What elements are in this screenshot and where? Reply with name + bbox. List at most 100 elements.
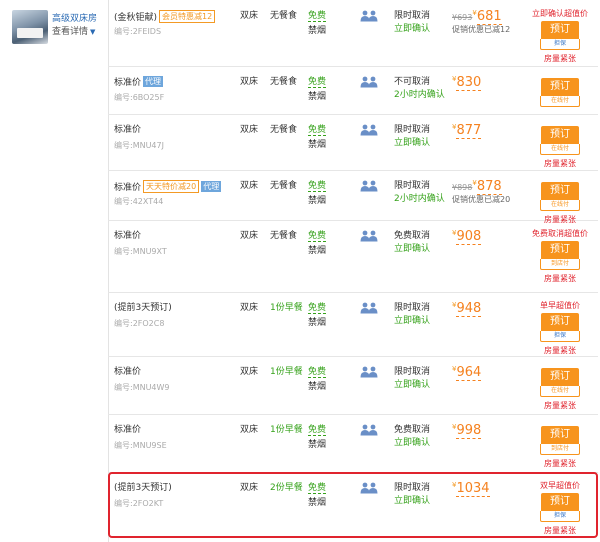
meal-info: 无餐食 (270, 11, 298, 21)
price-value[interactable]: 1034 (456, 481, 490, 497)
rate-name: (提前3天预订) (114, 302, 172, 314)
book-button[interactable]: 预订 (541, 493, 579, 511)
booking-actions: 双早超值价 预订 担保 房量紧张 (522, 480, 598, 536)
guest-capacity[interactable] (360, 424, 378, 436)
booking-actions: 免费取消超值价预订 到店付房量紧张 (522, 228, 598, 284)
cancel-policy[interactable]: 限时取消 (394, 366, 430, 378)
price-value[interactable]: 878 (476, 179, 502, 195)
wifi-free[interactable]: 免费 (308, 231, 327, 242)
no-smoking: 禁烟 (308, 246, 327, 256)
rate-code: 编号:MNU4W9 (114, 383, 170, 392)
cancel-policy[interactable]: 免费取消 (394, 424, 430, 436)
rate-name-text: (提前3天预订) (114, 303, 172, 313)
booking-actions: 预订 在线付 房量紧张 (522, 124, 598, 169)
low-availability: 房量紧张 (544, 274, 576, 283)
payment-type: 在线付 (540, 386, 580, 397)
bed-type: 双床 (240, 303, 259, 313)
price-value[interactable]: 830 (456, 75, 482, 91)
rate-name-text: 标准价 (114, 231, 142, 241)
rate-row: 标准价 天天特价减20 代理 编号:42XT44 双床 无餐食 免费 禁烟 限时取消 2小时内确认… (108, 170, 598, 224)
wifi-free[interactable]: 免费 (308, 367, 327, 378)
wifi-free[interactable]: 免费 (308, 125, 327, 136)
low-availability: 房量紧张 (544, 54, 576, 63)
cancel-policy[interactable]: 免费取消 (394, 230, 430, 242)
booking-actions: 预订 在线付 房量紧张 (522, 180, 598, 225)
room-detail-link[interactable]: 查看详情 ▼ (52, 24, 95, 37)
price-value[interactable]: 877 (456, 123, 482, 139)
payment-type: 担保 (540, 39, 580, 50)
confirm-type: 立即确认 (394, 24, 431, 34)
price-value[interactable]: 964 (456, 365, 482, 381)
no-smoking: 禁烟 (308, 26, 327, 36)
confirm-type: 立即确认 (394, 380, 431, 390)
no-smoking: 禁烟 (308, 318, 327, 328)
guest-capacity[interactable] (360, 76, 378, 88)
wifi-free[interactable]: 免费 (308, 11, 327, 22)
rate-name-text: 标准价 (114, 183, 142, 193)
deal-label: 立即确认超值价 (532, 9, 588, 18)
book-button[interactable]: 预订 (541, 313, 579, 331)
rate-code: 编号:6BO25F (114, 93, 165, 102)
book-button[interactable]: 预订 (541, 182, 579, 200)
meal-info: 无餐食 (270, 181, 298, 191)
original-price: ¥898 (452, 183, 473, 192)
booking-actions: 立即确认超值价预订 担保房量紧张 (522, 8, 598, 64)
book-button[interactable]: 预订 (541, 368, 579, 386)
rate-name-text: (金秋钜献) (114, 13, 158, 23)
cancel-policy[interactable]: 限时取消 (394, 180, 430, 192)
wifi-free[interactable]: 免费 (308, 303, 327, 314)
cancel-policy[interactable]: 限时取消 (394, 10, 430, 22)
payment-type: 到店付 (540, 259, 580, 270)
rate-name: (提前3天预订) (114, 482, 172, 494)
meal-info: 无餐食 (270, 77, 298, 87)
rate-code: 编号:2FO2KT (114, 499, 164, 508)
book-button[interactable]: 预订 (541, 21, 579, 39)
bed-type: 双床 (240, 77, 259, 87)
cancel-policy[interactable]: 限时取消 (394, 482, 430, 494)
promo-text: 促销优惠已减20 (452, 195, 511, 204)
cancel-policy[interactable]: 不可取消 (394, 76, 430, 88)
guest-capacity[interactable] (360, 482, 378, 494)
book-button[interactable]: 预订 (541, 78, 579, 96)
guest-capacity[interactable] (360, 366, 378, 378)
wifi-free[interactable]: 免费 (308, 425, 327, 436)
two-guests-icon (360, 366, 378, 378)
room-info: 高级双床房 查看详情 ▼ (0, 0, 109, 542)
deal-label: 免费取消超值价 (532, 229, 588, 238)
rate-name: 标准价 (114, 424, 141, 436)
guest-capacity[interactable] (360, 302, 378, 314)
rate-row: 标准价 编号:MNU9XT 双床 无餐食 免费 禁烟 免费取消 立即确认 ¥908 免费取消超值价… (108, 220, 598, 293)
bed-type: 双床 (240, 125, 259, 135)
cancel-policy[interactable]: 限时取消 (394, 302, 430, 314)
guest-capacity[interactable] (360, 124, 378, 136)
book-button[interactable]: 预订 (541, 241, 579, 259)
confirm-type: 2小时内确认 (394, 90, 445, 100)
price-value[interactable]: 948 (456, 301, 482, 317)
rate-code: 编号:MNU9SE (114, 441, 167, 450)
room-name[interactable]: 高级双床房 (52, 11, 97, 24)
no-smoking: 禁烟 (308, 92, 327, 102)
rate-code: 编号:2FEIDS (114, 27, 162, 36)
book-button[interactable]: 预订 (541, 426, 579, 444)
price-value[interactable]: 908 (456, 229, 482, 245)
price-value[interactable]: 998 (456, 423, 482, 439)
book-button[interactable]: 预订 (541, 126, 579, 144)
wifi-free[interactable]: 免费 (308, 181, 327, 192)
low-availability: 房量紧张 (544, 346, 576, 355)
booking-actions: 预订 到店付 房量紧张 (522, 424, 598, 469)
price-value[interactable]: 681 (476, 9, 502, 25)
rate-code: 编号:2FO2C8 (114, 319, 165, 328)
deal-label: 单早超值价 (540, 301, 580, 310)
cancel-policy[interactable]: 限时取消 (394, 124, 430, 136)
rate-name: 标准价 (114, 230, 141, 242)
guest-capacity[interactable] (360, 180, 378, 192)
rate-row: 标准价 编号:MNU47J 双床 无餐食 免费 禁烟 限时取消 立即确认 ¥877 预订 在线付 房量… (108, 114, 598, 171)
price-block: ¥908 (452, 227, 482, 245)
guest-capacity[interactable] (360, 10, 378, 22)
wifi-free[interactable]: 免费 (308, 77, 327, 88)
room-thumbnail[interactable] (12, 10, 48, 44)
wifi-free[interactable]: 免费 (308, 483, 327, 494)
two-guests-icon (360, 180, 378, 192)
payment-type: 在线付 (540, 200, 580, 211)
guest-capacity[interactable] (360, 230, 378, 242)
